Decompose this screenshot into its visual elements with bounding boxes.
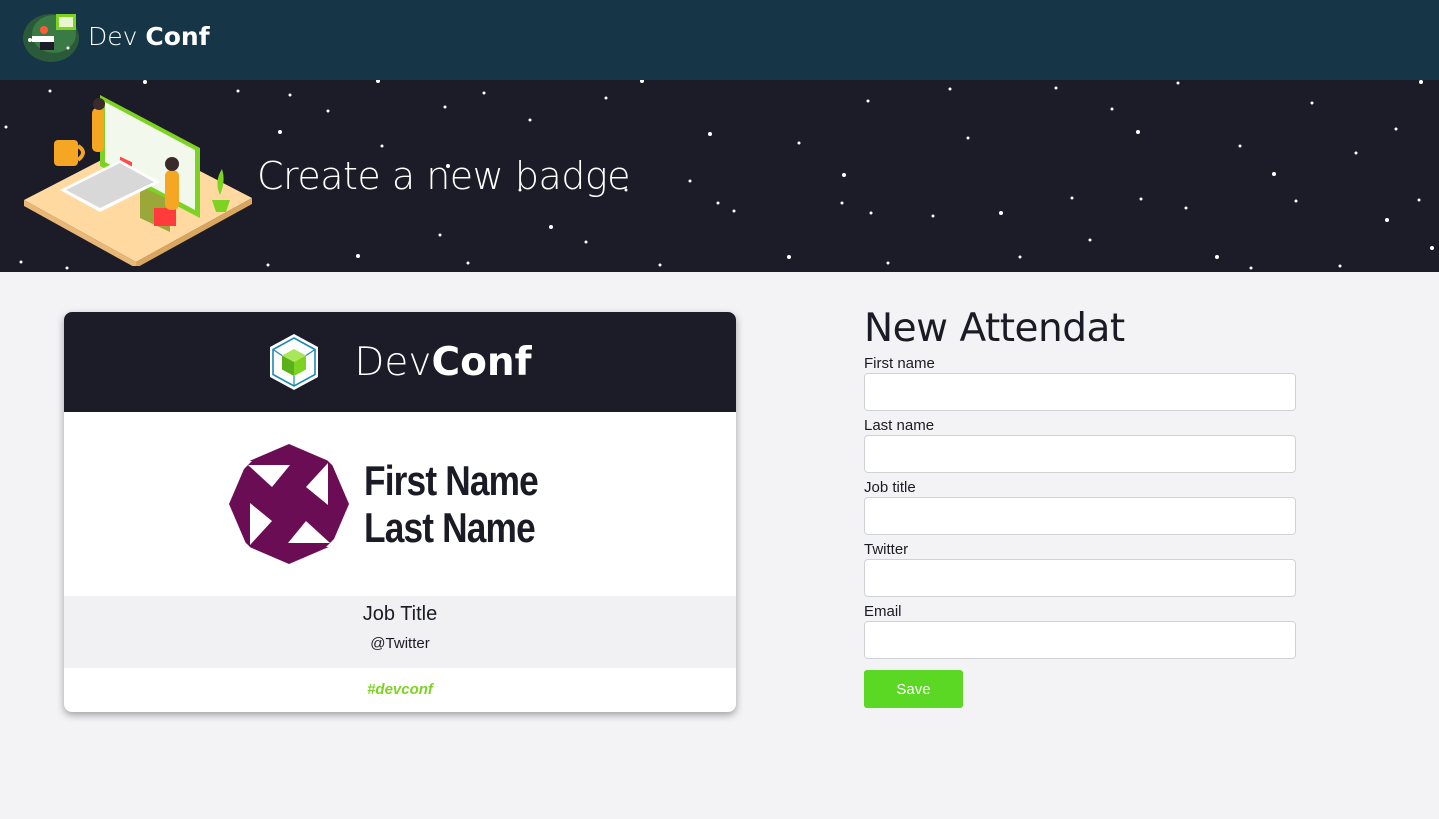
badge-info-section: Job Title @Twitter [64, 596, 736, 668]
first-name-input[interactable] [864, 373, 1296, 411]
badge-twitter: @Twitter [370, 635, 430, 652]
last-name-label: Last name [864, 417, 935, 434]
last-name-input[interactable] [864, 435, 1296, 473]
badge-brand-light: Dev [354, 339, 432, 385]
email-input[interactable] [864, 621, 1296, 659]
badge-full-name: First Name Last Name [364, 457, 539, 551]
navbar: Dev Conf [0, 0, 1439, 80]
page-title: Create a new badge [257, 154, 631, 198]
save-button[interactable]: Save [864, 670, 963, 708]
desk-illustration-icon [24, 95, 252, 266]
devconf-logo-icon [23, 14, 79, 62]
nav-brand-bold: Conf [145, 21, 210, 51]
nav-brand-link[interactable]: Dev Conf [20, 8, 210, 64]
badge-last-name: Last Name [364, 504, 536, 551]
last-name-group: Last name [864, 416, 1296, 473]
nav-brand-light: Dev [88, 21, 138, 51]
first-name-group: First name [864, 354, 1296, 411]
badge-footer: #devconf [64, 668, 736, 699]
twitter-label: Twitter [864, 541, 909, 558]
email-label: Email [864, 603, 902, 620]
twitter-input[interactable] [864, 559, 1296, 597]
nav-title: Dev Conf [88, 22, 210, 51]
form-title: New Attendat [864, 306, 1125, 351]
job-title-group: Job title [864, 478, 1296, 535]
twitter-group: Twitter [864, 540, 1296, 597]
badge-first-name: First Name [364, 457, 539, 504]
first-name-label: First name [864, 355, 935, 372]
cube-logo-icon [270, 334, 319, 390]
badge-name-section: First Name Last Name [64, 412, 736, 596]
new-attendee-form: New Attendat First name Last name Job ti… [864, 306, 1296, 708]
hero-banner: Create a new badge [0, 80, 1439, 272]
badge-header: DevConf [64, 312, 736, 412]
badge-preview: DevConf First Name Last Name Job Title @… [64, 312, 736, 712]
email-group: Email [864, 602, 1296, 659]
job-title-label: Job title [864, 479, 916, 496]
avatar [229, 444, 350, 564]
badge-job-title: Job Title [362, 603, 438, 625]
badge-hashtag: #devconf [367, 681, 433, 698]
badge-brand: DevConf [354, 340, 531, 385]
badge-brand-bold: Conf [431, 339, 532, 385]
job-title-input[interactable] [864, 497, 1296, 535]
